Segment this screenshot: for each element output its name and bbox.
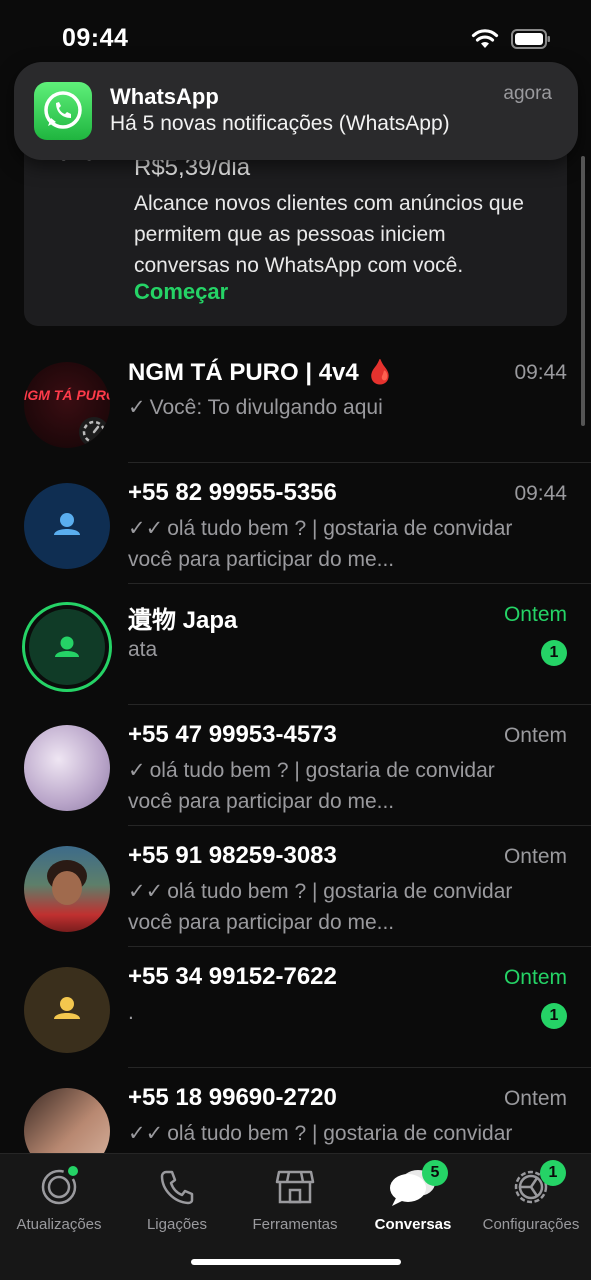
chat-name: NGM TÁ PURO | 4v4 🩸 (128, 359, 396, 386)
tab-tools[interactable]: Ferramentas (236, 1164, 354, 1233)
chat-preview-text: olá tudo bem ? | gostaria de convidar vo… (128, 880, 513, 934)
tab-calls[interactable]: Ligações (118, 1164, 236, 1233)
status-dot (68, 1166, 78, 1176)
tab-label: Ligações (146, 1216, 208, 1233)
unread-badge: 1 (541, 1003, 567, 1029)
settings-icon: 1 (472, 1160, 590, 1210)
default-avatar-icon[interactable] (24, 483, 110, 569)
chat-preview-text: . (128, 1001, 134, 1024)
chat-row[interactable]: 遺物 Japa Ontem ata 1 (0, 584, 591, 705)
unread-badge: 1 (541, 640, 567, 666)
chat-preview-text: olá tudo bem ? | gostaria de convidar vo… (128, 759, 495, 813)
updates-icon (0, 1164, 118, 1210)
chats-icon: 5 (354, 1160, 472, 1210)
chat-preview-text: To divulgando aqui (207, 396, 383, 419)
chat-preview-text: olá tudo bem ? | gostaria de convidar vo… (128, 517, 513, 571)
chat-time: 09:44 (514, 482, 567, 505)
wifi-icon (471, 28, 499, 55)
tab-label: Atualizações (16, 1216, 102, 1233)
tab-chats[interactable]: 5 Conversas (354, 1160, 472, 1233)
tab-updates[interactable]: Atualizações (0, 1164, 118, 1233)
chat-preview-text: ata (128, 638, 158, 661)
chat-name: +55 47 99953-4573 (128, 721, 337, 748)
default-avatar-icon[interactable] (22, 602, 112, 692)
chat-name: +55 82 99955-5356 (128, 479, 337, 506)
home-indicator[interactable] (191, 1259, 401, 1265)
chat-row[interactable]: +55 47 99953-4573 Ontem ✓ olá tudo bem ? … (0, 705, 591, 826)
double-tick-icon: ✓✓ (128, 517, 164, 540)
status-bar: 09:44 (0, 0, 591, 70)
promo-text: Alcance novos clientes com anúncios que … (134, 192, 524, 277)
chat-name: 遺物 Japa (128, 607, 238, 634)
chat-row[interactable]: NGM TÁ PURO NGM TÁ PURO | 4v4 🩸 09:44 ✓V… (0, 342, 591, 463)
chat-preview: ✓✓ olá tudo bem ? | gostaria de convidar … (128, 876, 528, 938)
chat-preview: ata (128, 634, 528, 665)
tab-label: Conversas (374, 1216, 452, 1233)
sent-tick-icon: ✓ (128, 759, 146, 782)
chat-sender: Você: (149, 396, 203, 419)
tab-settings[interactable]: 1 Configurações (472, 1160, 590, 1233)
chat-time: Ontem (503, 603, 567, 626)
avatar[interactable]: NGM TÁ PURO (24, 362, 110, 448)
chat-time: 09:44 (514, 361, 567, 384)
tab-badge: 5 (422, 1160, 448, 1186)
chat-name: +55 18 99690-2720 (128, 1084, 337, 1111)
chat-time: Ontem (503, 724, 567, 747)
battery-icon (511, 29, 551, 54)
avatar[interactable] (24, 725, 110, 811)
chat-preview: ✓ Você: To divulgando aqui (128, 392, 528, 423)
chat-preview: . (128, 997, 528, 1028)
status-time: 09:44 (62, 24, 129, 52)
chat-row[interactable]: +55 82 99955-5356 09:44 ✓✓ olá tudo bem ?… (0, 463, 591, 584)
start-link[interactable]: Começar (134, 279, 228, 305)
chat-name: +55 91 98259-3083 (128, 842, 337, 869)
default-avatar-icon[interactable] (24, 967, 110, 1053)
group-avatar-text: NGM TÁ PURO (24, 387, 110, 403)
status-icons (471, 28, 551, 55)
store-icon (236, 1164, 354, 1210)
chat-preview: ✓✓ olá tudo bem ? | gostaria de convidar … (128, 513, 528, 575)
notification-banner[interactable]: WhatsApp agora Há 5 novas notificações (… (14, 62, 578, 160)
chat-list: NGM TÁ PURO NGM TÁ PURO | 4v4 🩸 09:44 ✓V… (0, 342, 591, 1189)
whatsapp-logo-icon (34, 82, 92, 140)
notification-body: Há 5 novas notificações (WhatsApp) (110, 112, 450, 135)
chat-preview: ✓ olá tudo bem ? | gostaria de convidar v… (128, 755, 528, 817)
tab-label: Ferramentas (252, 1216, 338, 1233)
chat-row[interactable]: +55 91 98259-3083 Ontem ✓✓ olá tudo bem ?… (0, 826, 591, 947)
phone-icon (118, 1164, 236, 1210)
notification-time: agora (503, 83, 552, 104)
chat-time: Ontem (503, 1087, 567, 1110)
tab-label: Configurações (482, 1216, 580, 1233)
tab-badge: 1 (540, 1160, 566, 1186)
chat-time: Ontem (503, 966, 567, 989)
sent-tick-icon: ✓ (128, 396, 146, 419)
chat-time: Ontem (503, 845, 567, 868)
double-tick-icon: ✓✓ (128, 1122, 164, 1145)
chat-name: +55 34 99152-7622 (128, 963, 337, 990)
chat-row[interactable]: +55 34 99152-7622 Ontem . 1 (0, 947, 591, 1068)
avatar[interactable] (24, 846, 110, 932)
notification-app-name: WhatsApp (110, 84, 219, 109)
double-tick-icon: ✓✓ (128, 880, 164, 903)
